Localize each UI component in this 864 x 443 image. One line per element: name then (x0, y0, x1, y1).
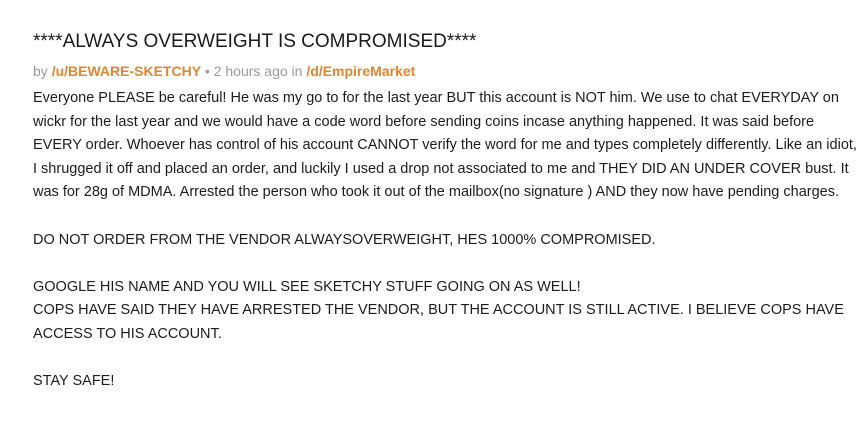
body-line: COPS HAVE SAID THEY HAVE ARRESTED THE VE… (33, 302, 844, 342)
post-body: Everyone PLEASE be careful! He was my go… (33, 87, 861, 394)
body-paragraph: DO NOT ORDER FROM THE VENDOR ALWAYSOVERW… (33, 231, 656, 248)
post-timestamp: 2 hours ago (213, 63, 288, 79)
body-paragraph: STAY SAFE! (33, 373, 115, 390)
meta-in-label: in (287, 63, 307, 79)
post-meta: by /u/BEWARE-SKETCHY • 2 hours ago in /d… (33, 62, 861, 80)
author-link[interactable]: /u/BEWARE-SKETCHY (52, 63, 201, 79)
meta-by-label: by (33, 63, 52, 79)
body-paragraph: GOOGLE HIS NAME AND YOU WILL SEE SKETCHY… (33, 276, 861, 347)
community-link[interactable]: /d/EmpireMarket (306, 63, 415, 79)
post: ****ALWAYS OVERWEIGHT IS COMPROMISED****… (33, 30, 861, 417)
meta-separator: • (201, 63, 214, 79)
post-title[interactable]: ****ALWAYS OVERWEIGHT IS COMPROMISED**** (33, 30, 861, 54)
body-paragraph: Everyone PLEASE be careful! He was my go… (33, 90, 857, 201)
body-line: GOOGLE HIS NAME AND YOU WILL SEE SKETCHY… (33, 278, 581, 295)
